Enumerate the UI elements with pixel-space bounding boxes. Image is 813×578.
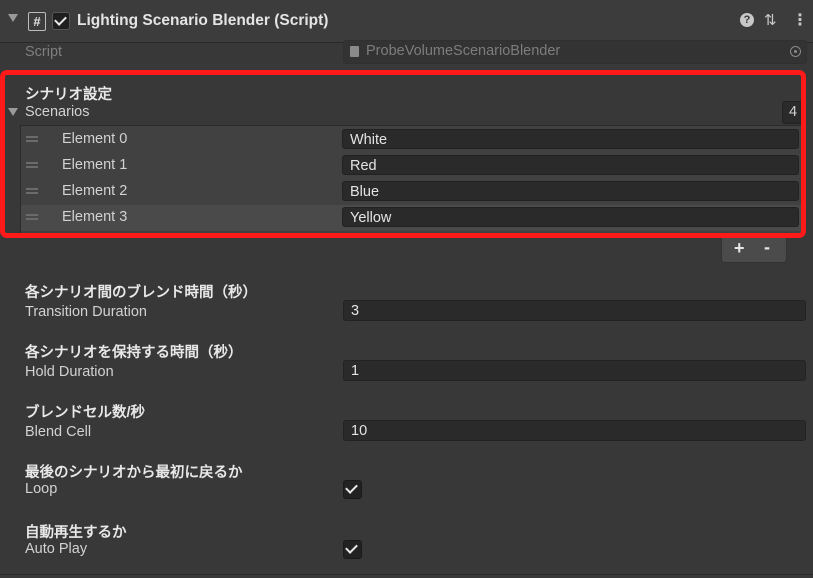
loop-label: Loop	[25, 481, 58, 497]
add-element-button[interactable]: +	[734, 238, 745, 259]
bottom-divider	[0, 574, 813, 575]
preset-icon[interactable]: ⇅	[764, 11, 777, 29]
blend-cell-header: ブレンドセル数/秒	[25, 405, 146, 421]
loop-header: 最後のシナリオから最初に戻るか	[25, 465, 243, 481]
hold-duration-header: 各シナリオを保持する時間（秒）	[25, 345, 243, 361]
component-title: Lighting Scenario Blender (Script)	[77, 12, 329, 29]
transition-duration-header: 各シナリオ間のブレンド時間（秒）	[25, 285, 257, 301]
auto-play-checkbox[interactable]	[343, 540, 362, 559]
auto-play-header: 自動再生するか	[25, 525, 127, 541]
auto-play-label: Auto Play	[25, 541, 88, 557]
list-add-remove-bar: + -	[721, 237, 787, 263]
remove-element-button[interactable]: -	[764, 237, 770, 258]
hold-duration-label: Hold Duration	[25, 364, 114, 380]
transition-duration-label: Transition Duration	[25, 304, 147, 320]
script-hash-icon: #	[28, 12, 46, 31]
help-icon[interactable]: ?	[740, 13, 754, 27]
document-icon	[350, 46, 359, 57]
script-label: Script	[25, 44, 63, 60]
script-value: ProbeVolumeScenarioBlender	[366, 43, 561, 59]
object-picker-icon[interactable]	[790, 46, 801, 57]
hold-duration-field[interactable]: 1	[343, 360, 806, 381]
loop-checkbox[interactable]	[343, 480, 362, 499]
highlight-box	[0, 70, 806, 238]
transition-duration-field[interactable]: 3	[343, 300, 806, 321]
blend-cell-field[interactable]: 10	[343, 420, 806, 441]
more-icon[interactable]: ⋮	[792, 10, 808, 30]
foldout-arrow-icon[interactable]	[8, 14, 18, 22]
blend-cell-label: Blend Cell	[25, 424, 92, 440]
script-field[interactable]: ProbeVolumeScenarioBlender	[343, 40, 807, 64]
component-enabled-checkbox[interactable]	[52, 12, 70, 30]
